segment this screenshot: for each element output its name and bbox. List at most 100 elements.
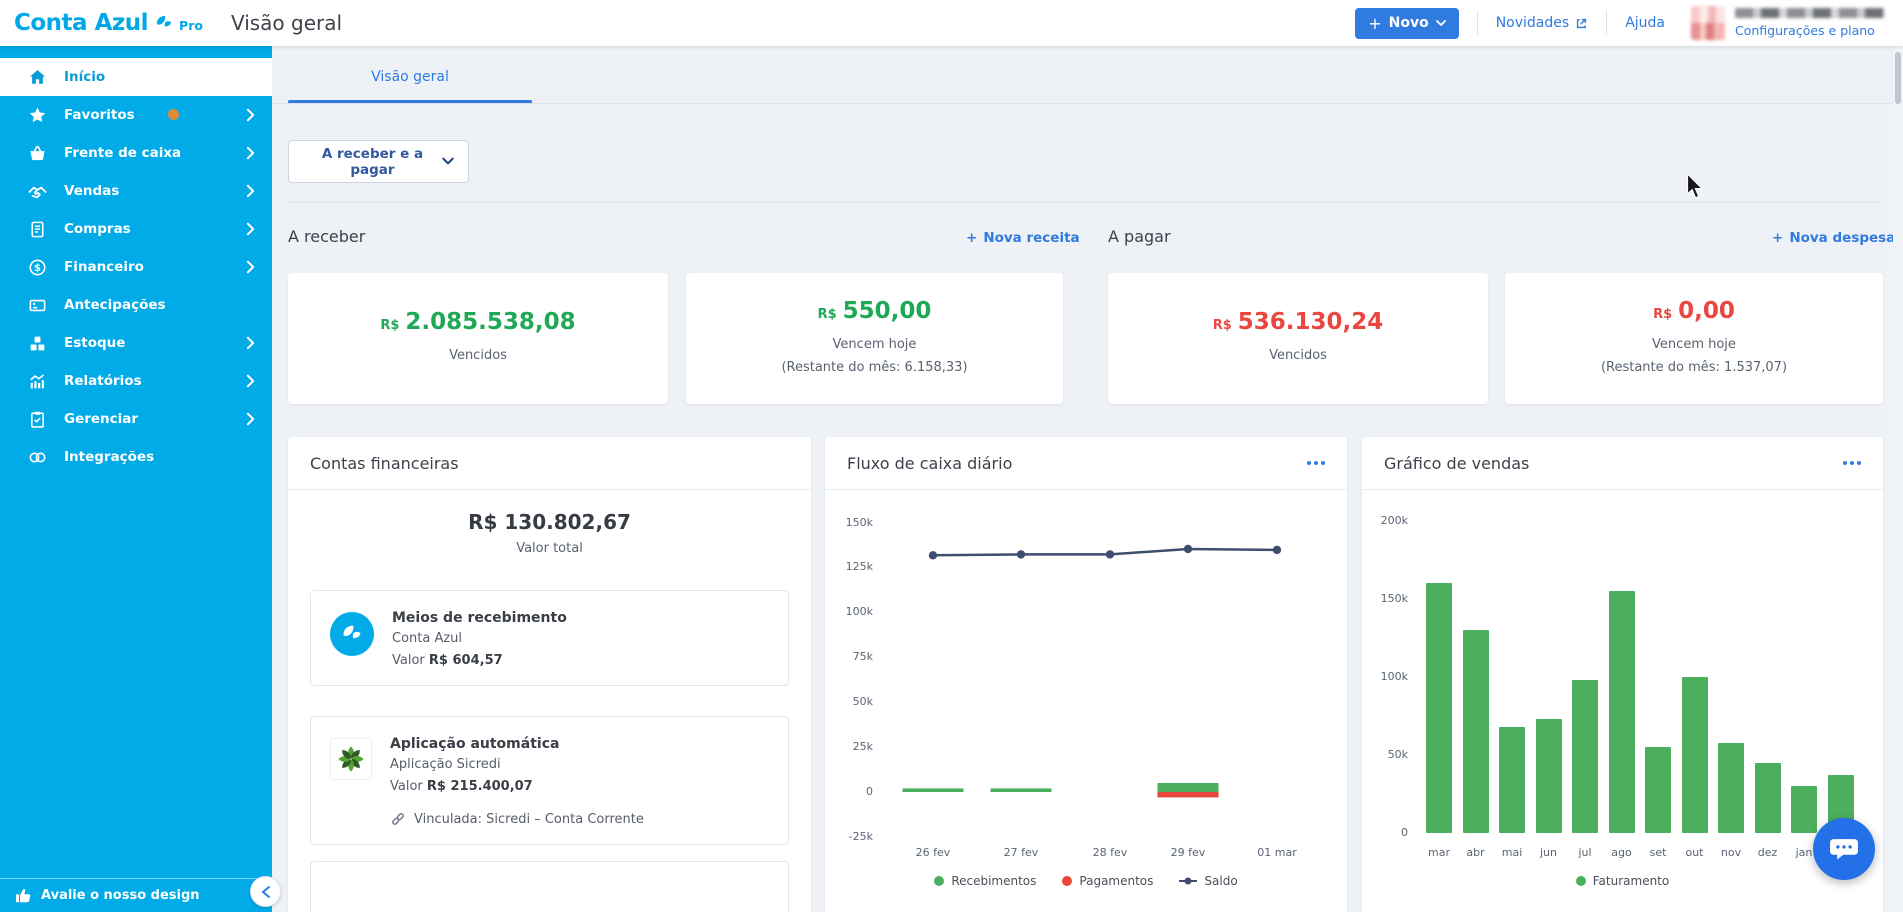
- novo-button[interactable]: + Novo: [1355, 8, 1459, 39]
- sidebar-item-antecipacoes[interactable]: Antecipações: [0, 286, 272, 324]
- summary-card: R$550,00Vencem hoje(Restante do mês: 6.1…: [686, 273, 1063, 404]
- bar-out[interactable]: [1682, 677, 1708, 833]
- legend-saldo[interactable]: Saldo: [1179, 874, 1237, 888]
- pagamentos-dot-icon: [1062, 876, 1072, 886]
- bar-mai[interactable]: [1499, 727, 1525, 833]
- purchase-icon: [27, 219, 47, 239]
- thumbs-up-icon: [15, 887, 32, 904]
- svg-text:$: $: [34, 262, 41, 273]
- nova-despesa-link[interactable]: + Nova despesa: [1772, 230, 1895, 246]
- bar-nov[interactable]: [1718, 743, 1744, 834]
- accounts-panel: Contas financeiras R$ 130.802,67 Valor t…: [288, 437, 811, 912]
- vertical-scrollbar[interactable]: [1893, 46, 1903, 912]
- x-tick: jul: [1565, 846, 1605, 859]
- panel-menu-ellipsis-icon[interactable]: [1307, 457, 1325, 469]
- sidebar-item-favoritos[interactable]: Favoritos: [0, 96, 272, 134]
- sales-panel: Gráfico de vendas 200k150k100k50k0marabr…: [1362, 437, 1883, 912]
- tab-visao-geral[interactable]: Visão geral: [288, 69, 532, 85]
- link-icon: [27, 447, 47, 467]
- legend-pagamentos[interactable]: Pagamentos: [1062, 874, 1153, 888]
- accounts-total-label: Valor total: [288, 541, 811, 556]
- sidebar-item-vendas[interactable]: Vendas: [0, 172, 272, 210]
- y-tick: 200k: [1362, 514, 1408, 527]
- nova-receita-link[interactable]: + Nova receita: [966, 230, 1080, 246]
- sidebar-item-frente-de-caixa[interactable]: Frente de caixa: [0, 134, 272, 172]
- sidebar-item-integracoes[interactable]: Integrações: [0, 438, 272, 476]
- home-icon: [27, 67, 47, 87]
- legend-faturamento[interactable]: Faturamento: [1576, 874, 1669, 888]
- x-tick: set: [1638, 846, 1678, 859]
- x-tick: 28 fev: [1075, 846, 1145, 859]
- plus-icon: +: [1368, 14, 1381, 33]
- account-card-partial[interactable]: [310, 861, 789, 912]
- bar-ago[interactable]: [1609, 591, 1635, 833]
- sidebar: InícioFavoritosFrente de caixaVendasComp…: [0, 46, 272, 912]
- chart-legend: Recebimentos Pagamentos Saldo: [825, 874, 1347, 888]
- account-card[interactable]: Meios de recebimentoConta AzulValor R$ 6…: [310, 590, 789, 686]
- sidebar-collapse-button[interactable]: [250, 876, 281, 907]
- sidebar-item-financeiro[interactable]: $Financeiro: [0, 248, 272, 286]
- link-chain-icon: [390, 811, 406, 827]
- conta-azul-logo[interactable]: Conta Azul Pro: [14, 10, 203, 36]
- user-info: Configurações e plano: [1735, 8, 1885, 38]
- scrollbar-thumb[interactable]: [1895, 52, 1901, 104]
- sidebar-item-inicio[interactable]: Início: [0, 58, 272, 96]
- bar-dez[interactable]: [1755, 763, 1781, 833]
- star-icon: [27, 105, 47, 125]
- novidades-link[interactable]: Novidades: [1496, 15, 1588, 31]
- avatar[interactable]: [1691, 6, 1725, 40]
- chevron-right-icon: [246, 146, 255, 160]
- bar-abr[interactable]: [1463, 630, 1489, 833]
- y-tick: 50k: [1362, 748, 1408, 761]
- dollar-icon: $: [27, 257, 47, 277]
- x-tick: out: [1675, 846, 1715, 859]
- sidebar-item-estoque[interactable]: Estoque: [0, 324, 272, 362]
- x-tick: 26 fev: [898, 846, 968, 859]
- top-header: Conta Azul Pro Visão geral + Novo Novida…: [0, 0, 1903, 46]
- payables-title: A pagar: [1108, 227, 1171, 246]
- chevron-right-icon: [246, 260, 255, 274]
- plus-icon: +: [966, 230, 977, 246]
- chat-widget-button[interactable]: [1813, 818, 1875, 880]
- faturamento-dot-icon: [1576, 876, 1586, 886]
- basket-icon: [27, 143, 47, 163]
- summary-card: R$2.085.538,08Vencidos: [288, 273, 668, 404]
- panel-menu-ellipsis-icon[interactable]: [1843, 457, 1861, 469]
- conta-azul-logo-icon: [154, 13, 174, 33]
- bar-jul[interactable]: [1572, 680, 1598, 833]
- x-tick: nov: [1711, 846, 1751, 859]
- report-icon: [27, 371, 47, 391]
- chevron-right-icon: [246, 412, 255, 426]
- account-card[interactable]: Aplicação automáticaAplicação SicrediVal…: [310, 716, 789, 845]
- chevron-right-icon: [246, 108, 255, 122]
- recebimentos-dot-icon: [934, 876, 944, 886]
- x-tick: 27 fev: [986, 846, 1056, 859]
- bar-jun[interactable]: [1536, 719, 1562, 833]
- y-tick: 100k: [1362, 670, 1408, 683]
- chevron-left-icon: [261, 885, 271, 899]
- notification-dot: [168, 109, 179, 120]
- bar-set[interactable]: [1645, 747, 1671, 833]
- rate-design-button[interactable]: Avalie o nosso design: [0, 878, 272, 912]
- chevron-down-icon: [1436, 20, 1446, 27]
- panel-header: Fluxo de caixa diário: [825, 437, 1347, 490]
- chart-legend: Faturamento: [1362, 874, 1883, 888]
- sidebar-item-relatorios[interactable]: Relatórios: [0, 362, 272, 400]
- legend-recebimentos[interactable]: Recebimentos: [934, 874, 1036, 888]
- divider: [1477, 11, 1478, 35]
- sidebar-item-gerenciar[interactable]: Gerenciar: [0, 400, 272, 438]
- y-tick: 0: [1362, 826, 1408, 839]
- logo-pro-badge: Pro: [179, 18, 203, 33]
- filter-dropdown[interactable]: A receber e a pagar: [288, 140, 469, 183]
- config-link[interactable]: Configurações e plano: [1735, 23, 1875, 38]
- sidebar-item-compras[interactable]: Compras: [0, 210, 272, 248]
- chevron-right-icon: [246, 336, 255, 350]
- bar-jan[interactable]: [1791, 786, 1817, 833]
- chat-bubble-icon: [1827, 832, 1861, 866]
- x-tick: jun: [1529, 846, 1569, 859]
- main-content: Visão geral A receber e a pagar A recebe…: [272, 46, 1903, 912]
- bar-mar[interactable]: [1426, 583, 1452, 833]
- ajuda-link[interactable]: Ajuda: [1625, 15, 1665, 31]
- sicredi-logo-icon: [330, 738, 372, 780]
- summary-card: R$0,00Vencem hoje(Restante do mês: 1.537…: [1505, 273, 1883, 404]
